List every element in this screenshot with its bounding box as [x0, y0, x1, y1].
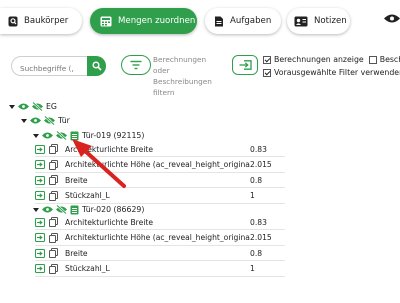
vorausgewaehlte-filter-checkbox[interactable] — [263, 68, 271, 77]
property-name: Architekturlichte Breite — [65, 217, 154, 227]
property-row[interactable]: Architekturlichte Höhe (ac_reveal_height… — [35, 158, 285, 172]
tree-label-eg: EG — [46, 102, 57, 111]
property-row[interactable]: Architekturlichte Breite 0.83 — [35, 142, 285, 156]
property-value: 0.8 — [250, 248, 263, 258]
eye-icon[interactable] — [42, 206, 53, 213]
aufgaben-label: Aufgaben — [230, 16, 272, 26]
vorausgewaehlte-filter-label: Vorausgewählte Filter verwender — [274, 68, 400, 77]
property-value: 1 — [250, 191, 255, 200]
property-name: Breite — [65, 175, 88, 185]
notes-card-icon — [294, 16, 308, 26]
filter-lines-icon — [130, 60, 142, 70]
property-name: Architekturlichte Höhe (ac_reveal_height… — [65, 160, 250, 169]
property-value: 0.8 — [250, 175, 263, 185]
copy-document-icon[interactable] — [49, 217, 58, 227]
tree-node-eg[interactable]: EG — [9, 101, 57, 112]
row-divider — [35, 275, 285, 277]
tree-label-tuer-019: Tür-019 (92115) — [82, 131, 145, 140]
property-value: 2.015 — [250, 160, 272, 169]
tree-node-tuer[interactable]: Tür — [21, 115, 70, 126]
copy-document-icon[interactable] — [49, 159, 58, 170]
row-actions — [35, 190, 65, 201]
eye-icon[interactable] — [42, 132, 53, 139]
building-search-icon — [8, 16, 18, 26]
eye-icon[interactable] — [30, 117, 41, 124]
element-list-icon[interactable] — [70, 205, 79, 215]
filter-button[interactable] — [121, 55, 151, 75]
assign-arrow-icon[interactable] — [35, 175, 45, 185]
eye-slash-icon[interactable] — [56, 205, 67, 214]
notizen-button[interactable]: Notizen — [287, 8, 350, 34]
property-name: Architekturlichte Breite — [65, 144, 154, 154]
tree-label-tuer: Tür — [58, 116, 70, 125]
property-row[interactable]: Architekturlichte Höhe (ac_reveal_height… — [35, 231, 285, 245]
collapse-caret-icon[interactable] — [33, 207, 39, 212]
row-actions — [35, 144, 65, 154]
property-name: Architekturlichte Höhe (ac_reveal_height… — [65, 233, 250, 242]
visibility-eye-icon[interactable] — [384, 14, 400, 23]
assign-arrow-icon[interactable] — [35, 217, 45, 227]
checkbox-row-vorausgewaehlt: Vorausgewählte Filter verwender — [263, 68, 400, 77]
property-name: Stückzahl_L — [65, 264, 110, 273]
element-list-icon[interactable] — [70, 131, 79, 141]
collapse-caret-icon[interactable] — [21, 118, 27, 123]
assign-arrow-icon[interactable] — [35, 160, 45, 169]
search-button[interactable] — [87, 56, 106, 76]
copy-document-icon[interactable] — [49, 175, 58, 185]
row-actions — [35, 248, 65, 258]
assign-arrow-icon[interactable] — [35, 233, 45, 242]
property-value: 1 — [250, 264, 255, 273]
property-row[interactable]: Architekturlichte Breite 0.83 — [35, 215, 285, 229]
row-actions — [35, 175, 65, 185]
row-actions — [35, 217, 65, 227]
property-value: 0.83 — [250, 144, 267, 154]
eye-slash-icon[interactable] — [44, 116, 55, 125]
arrow-into-box-icon — [239, 60, 252, 70]
row-actions — [35, 159, 65, 170]
copy-document-icon[interactable] — [49, 144, 58, 154]
property-name: Breite — [65, 248, 88, 258]
property-row[interactable]: Stückzahl_L 1 — [35, 262, 285, 276]
property-row[interactable]: Breite 0.8 — [35, 246, 285, 260]
assign-arrow-icon[interactable] — [35, 264, 45, 273]
property-row[interactable]: Breite 0.8 — [35, 173, 285, 187]
tree-node-tuer-020[interactable]: Tür-020 (86629) — [33, 204, 144, 215]
tree-node-tuer-019[interactable]: Tür-019 (92115) — [33, 130, 144, 141]
eye-icon[interactable] — [18, 103, 29, 110]
property-row[interactable]: Stückzahl_L 1 — [35, 189, 285, 203]
berechnungen-anzeigen-checkbox[interactable] — [263, 55, 271, 64]
property-value: 2.015 — [250, 233, 272, 242]
collapse-caret-icon[interactable] — [33, 133, 39, 138]
berechnungen-anzeigen-label: Berechnungen anzeige — [274, 55, 364, 64]
filter-hint-text: Berechnungen oder Beschreibungen filtern — [153, 55, 212, 97]
search-icon — [91, 61, 102, 71]
baukoerper-label: Baukörper — [24, 16, 69, 26]
calculator-icon — [100, 16, 112, 26]
row-actions — [35, 232, 65, 243]
copy-document-icon[interactable] — [49, 190, 58, 201]
mengen-zuordnen-label: Mengen zuordnen — [118, 16, 196, 26]
notizen-label: Notizen — [314, 16, 347, 26]
assign-arrow-icon[interactable] — [35, 191, 45, 200]
collapse-caret-icon[interactable] — [9, 104, 15, 109]
tree-label-tuer-020: Tür-020 (86629) — [82, 205, 145, 214]
property-name: Stückzahl_L — [65, 191, 110, 200]
property-value: 0.83 — [250, 217, 267, 227]
mengen-zuordnen-button[interactable]: Mengen zuordnen — [90, 8, 197, 34]
copy-document-icon[interactable] — [49, 248, 58, 258]
eye-slash-icon[interactable] — [56, 131, 67, 140]
copy-document-icon[interactable] — [49, 232, 58, 243]
checkbox-row-berechnungen: Berechnungen anzeige Besch — [263, 55, 400, 64]
task-document-icon — [215, 16, 223, 26]
assign-arrow-icon[interactable] — [35, 144, 45, 154]
copy-document-icon[interactable] — [49, 263, 58, 274]
beschreibungen-label: Besch — [379, 55, 400, 64]
assign-all-button[interactable] — [232, 55, 258, 75]
row-actions — [35, 263, 65, 274]
assign-arrow-icon[interactable] — [35, 248, 45, 258]
beschreibungen-checkbox[interactable] — [368, 55, 377, 64]
eye-slash-icon[interactable] — [32, 102, 43, 111]
baukoerper-button[interactable]: Baukörper — [0, 8, 82, 34]
aufgaben-button[interactable]: Aufgaben — [205, 8, 281, 34]
